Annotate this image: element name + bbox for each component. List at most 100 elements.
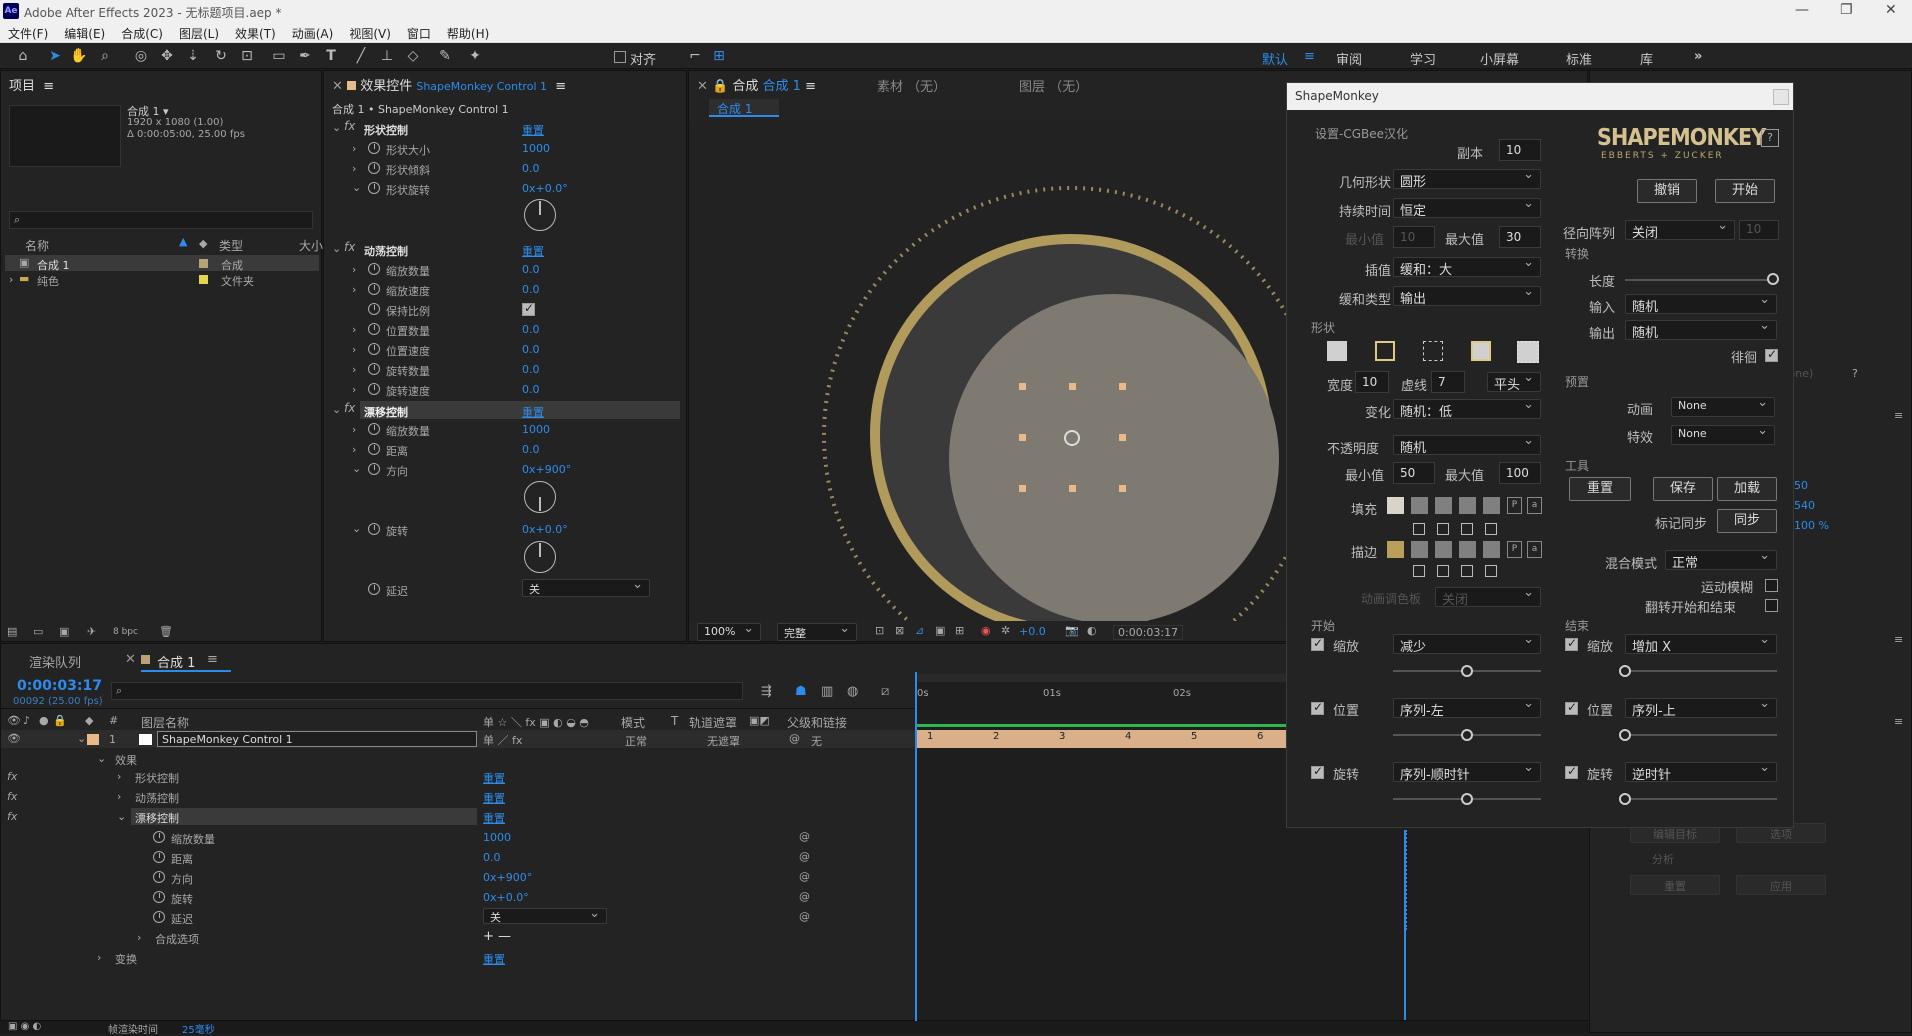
reset-link[interactable]: 重置 (483, 790, 505, 806)
show-snapshot-icon[interactable]: ◐ (1087, 624, 1097, 637)
playhead[interactable] (915, 672, 917, 1022)
project-col-name[interactable]: 名称 (25, 237, 49, 254)
clone-stamp-tool-icon[interactable]: ⊥ (378, 47, 396, 65)
load-button[interactable]: 加载 (1717, 477, 1777, 501)
stroke-color-swatch[interactable] (1411, 541, 1428, 558)
stopwatch-icon[interactable] (153, 871, 165, 883)
begin-scale-dropdown[interactable]: 减少 (1393, 632, 1541, 655)
right-value[interactable]: 50 (1794, 479, 1808, 492)
col-layer-name[interactable]: 图层名称 (141, 714, 189, 731)
begin-position-dropdown[interactable]: 序列-左 (1393, 696, 1541, 719)
effect-prop-value[interactable]: 0.0 (522, 263, 540, 276)
fill-palette-icon[interactable]: P (1507, 497, 1522, 514)
bit-depth[interactable]: 8 bpc (113, 627, 138, 637)
expand-arrow-icon[interactable]: › (352, 142, 356, 155)
current-time-indicator[interactable] (1404, 830, 1406, 1020)
footage-tab[interactable]: 素材 （无） (877, 76, 946, 95)
effect-controls-title[interactable]: 效果控件 (360, 79, 412, 94)
expand-arrow-icon[interactable]: › (117, 790, 121, 803)
audio-icon[interactable]: ♪ (23, 714, 30, 727)
expression-icon[interactable]: @ (799, 890, 810, 903)
layer-marker[interactable]: 5 (1191, 731, 1197, 742)
blend-mode-dropdown[interactable]: 正常 (1665, 548, 1777, 571)
lock-icon[interactable]: 🔒 (53, 714, 67, 727)
layer-parent-dropdown[interactable]: 无 (811, 733, 822, 749)
layer-mode-dropdown[interactable]: 正常 (625, 733, 647, 749)
start-button[interactable]: 开始 (1715, 179, 1775, 203)
max-duration-input[interactable]: 30 (1499, 226, 1541, 248)
slider-knob[interactable] (1767, 273, 1779, 285)
fill-toggle-checkbox[interactable] (1437, 523, 1449, 535)
workspace-default[interactable]: 默认 (1262, 49, 1288, 68)
window-close-icon[interactable] (1773, 89, 1789, 105)
hold-checkbox[interactable] (1765, 347, 1778, 362)
switches-icons[interactable]: 单 ☆ ＼ fx ▣ ◐ ◒ ◓ (483, 714, 589, 730)
slider-knob[interactable] (1461, 665, 1473, 677)
stroke-color-swatch[interactable] (1435, 541, 1452, 558)
snap-icon[interactable]: ⌐ (686, 47, 704, 65)
end-scale-slider[interactable] (1625, 670, 1777, 672)
fx-icon[interactable]: fx (7, 790, 17, 803)
right-value[interactable]: 100 % (1794, 519, 1829, 532)
tl-effect-group[interactable]: 动荡控制 (135, 790, 179, 806)
reset-link[interactable]: 重置 (483, 951, 505, 967)
collapse-arrow-icon[interactable]: ⌄ (352, 522, 361, 535)
snapping-grid-icon[interactable]: ⊞ (710, 47, 728, 65)
stroke-only-style-icon[interactable] (1375, 341, 1395, 361)
stopwatch-icon[interactable] (368, 363, 380, 375)
end-position-slider[interactable] (1625, 734, 1777, 736)
close-icon[interactable]: ✕ (1885, 2, 1897, 18)
stopwatch-icon[interactable] (368, 383, 380, 395)
expand-arrow-icon[interactable]: › (352, 363, 356, 376)
tl-prop-value[interactable]: 1000 (483, 831, 511, 844)
bound-handle[interactable] (1119, 383, 1126, 390)
expand-arrow-icon[interactable]: › (9, 273, 13, 286)
effects-label[interactable]: 效果 (115, 752, 137, 768)
solo-icon[interactable]: ● (39, 714, 49, 727)
hand-tool-icon[interactable]: ✋ (70, 47, 88, 65)
video-visibility-icon[interactable]: 👁 (7, 714, 21, 727)
stopwatch-icon[interactable] (368, 423, 380, 435)
snapshot-icon[interactable]: 📷 (1065, 624, 1079, 637)
effect-group-drift-control[interactable]: 漂移控制 (364, 404, 408, 420)
end-scale-checkbox[interactable] (1565, 636, 1578, 651)
angle-dial[interactable] (524, 541, 556, 573)
slider-knob[interactable] (1619, 793, 1631, 805)
min-duration-input[interactable]: 10 (1393, 226, 1435, 248)
bound-handle[interactable] (1019, 434, 1026, 441)
fx-icon[interactable]: fx (344, 240, 355, 254)
label-color-swatch[interactable] (199, 275, 208, 284)
end-position-checkbox[interactable] (1565, 700, 1578, 715)
effect-prop-value[interactable]: 0x+0.0° (522, 523, 568, 536)
stopwatch-icon[interactable] (368, 523, 380, 535)
fill-toggle-checkbox[interactable] (1461, 523, 1473, 535)
expand-arrow-icon[interactable]: › (137, 931, 141, 944)
interpret-footage-icon[interactable]: ▤ (7, 625, 17, 638)
workspace-review[interactable]: 审阅 (1336, 49, 1362, 68)
stopwatch-icon[interactable] (368, 463, 380, 475)
expand-arrow-icon[interactable]: › (117, 770, 121, 783)
effect-prop-value[interactable]: 0x+0.0° (522, 182, 568, 195)
effect-prop-value[interactable]: 1000 (522, 423, 550, 436)
stopwatch-icon[interactable] (153, 851, 165, 863)
motion-blur-checkbox[interactable] (1765, 579, 1778, 592)
stroke-color-swatch[interactable] (1387, 541, 1404, 558)
restore-icon[interactable]: ❐ (1840, 2, 1853, 18)
reset-link[interactable]: 重置 (522, 404, 544, 420)
menu-effect[interactable]: 效果(T) (227, 22, 284, 42)
effect-prop-value[interactable]: 0.0 (522, 383, 540, 396)
stroke-toggle-checkbox[interactable] (1485, 565, 1497, 577)
reset-exposure-icon[interactable]: ✲ (1001, 624, 1010, 637)
stopwatch-icon[interactable] (368, 303, 380, 315)
help-icon[interactable]: ? (1852, 367, 1858, 380)
frame-blending-icon[interactable]: ▥ (821, 684, 833, 699)
project-col-type[interactable]: 类型 (219, 237, 243, 254)
expand-arrow-icon[interactable]: › (352, 283, 356, 296)
comp-navigator-tab[interactable]: 合成 1 (709, 99, 779, 117)
effect-prop-value[interactable]: 0.0 (522, 443, 540, 456)
stopwatch-icon[interactable] (368, 283, 380, 295)
in-dropdown[interactable]: 随机 (1625, 292, 1777, 315)
eye-icon[interactable]: 👁 (7, 732, 21, 745)
mask-visibility-icon[interactable]: ⊿ (915, 624, 924, 637)
begin-position-checkbox[interactable] (1311, 700, 1324, 715)
